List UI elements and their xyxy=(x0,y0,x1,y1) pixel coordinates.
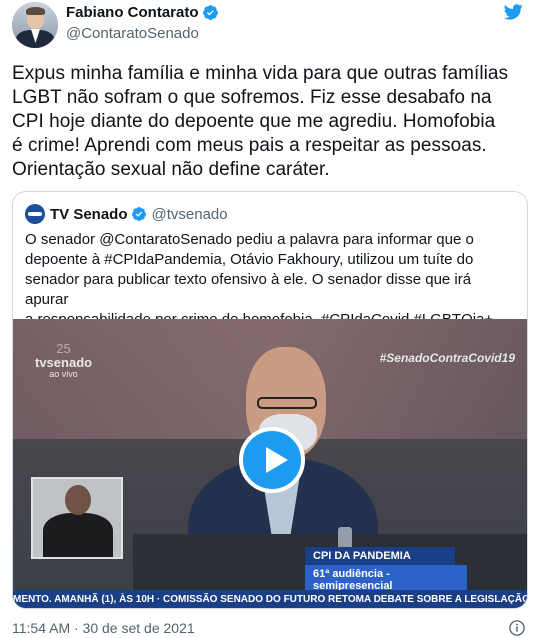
author-name-block: Fabiano Contarato @ContaratoSenado xyxy=(66,2,219,42)
tweet-timestamp[interactable]: 11:54 AM · 30 de set de 2021 xyxy=(12,620,195,636)
verified-badge-icon xyxy=(202,4,218,20)
video-hashtag-overlay: #SenadoContraCovid19 xyxy=(379,351,515,365)
quoted-author-avatar xyxy=(25,204,45,224)
tweet-text: Expus minha família e minha vida para qu… xyxy=(12,63,509,180)
video-player[interactable]: 25 tvsenado ao vivo #SenadoContraCovid19… xyxy=(13,319,527,608)
news-crawl-ticker: MENTO. AMANHÃ (1), ÀS 10H · COMISSÃO SEN… xyxy=(13,590,527,608)
lower-third-title: CPI DA PANDEMIA xyxy=(305,547,455,565)
quoted-author-handle: @tvsenado xyxy=(151,205,228,223)
quoted-author-name: TV Senado xyxy=(50,205,128,223)
quoted-tweet-text: O senador @ContaratoSenado pediu a palav… xyxy=(25,231,493,328)
twitter-bird-icon[interactable] xyxy=(502,2,524,22)
tv-senado-logo: 25 tvsenado ao vivo xyxy=(35,341,93,379)
tweet-header: Fabiano Contarato @ContaratoSenado xyxy=(12,2,526,48)
verified-badge-icon xyxy=(131,207,146,221)
quoted-tweet[interactable]: TV Senado @tvsenado O senador @Contarato… xyxy=(12,191,528,609)
author-handle[interactable]: @ContaratoSenado xyxy=(66,25,219,42)
video-lower-third: CPI DA PANDEMIA 61ª audiência - semipres… xyxy=(305,547,517,595)
quoted-tweet-header: TV Senado @tvsenado xyxy=(25,204,228,224)
author-display-name[interactable]: Fabiano Contarato xyxy=(66,4,199,21)
info-icon[interactable] xyxy=(508,619,526,637)
author-avatar[interactable] xyxy=(12,2,58,48)
sign-language-interpreter xyxy=(31,477,123,559)
video-speaker-glasses xyxy=(257,397,317,409)
play-icon[interactable] xyxy=(239,427,305,493)
